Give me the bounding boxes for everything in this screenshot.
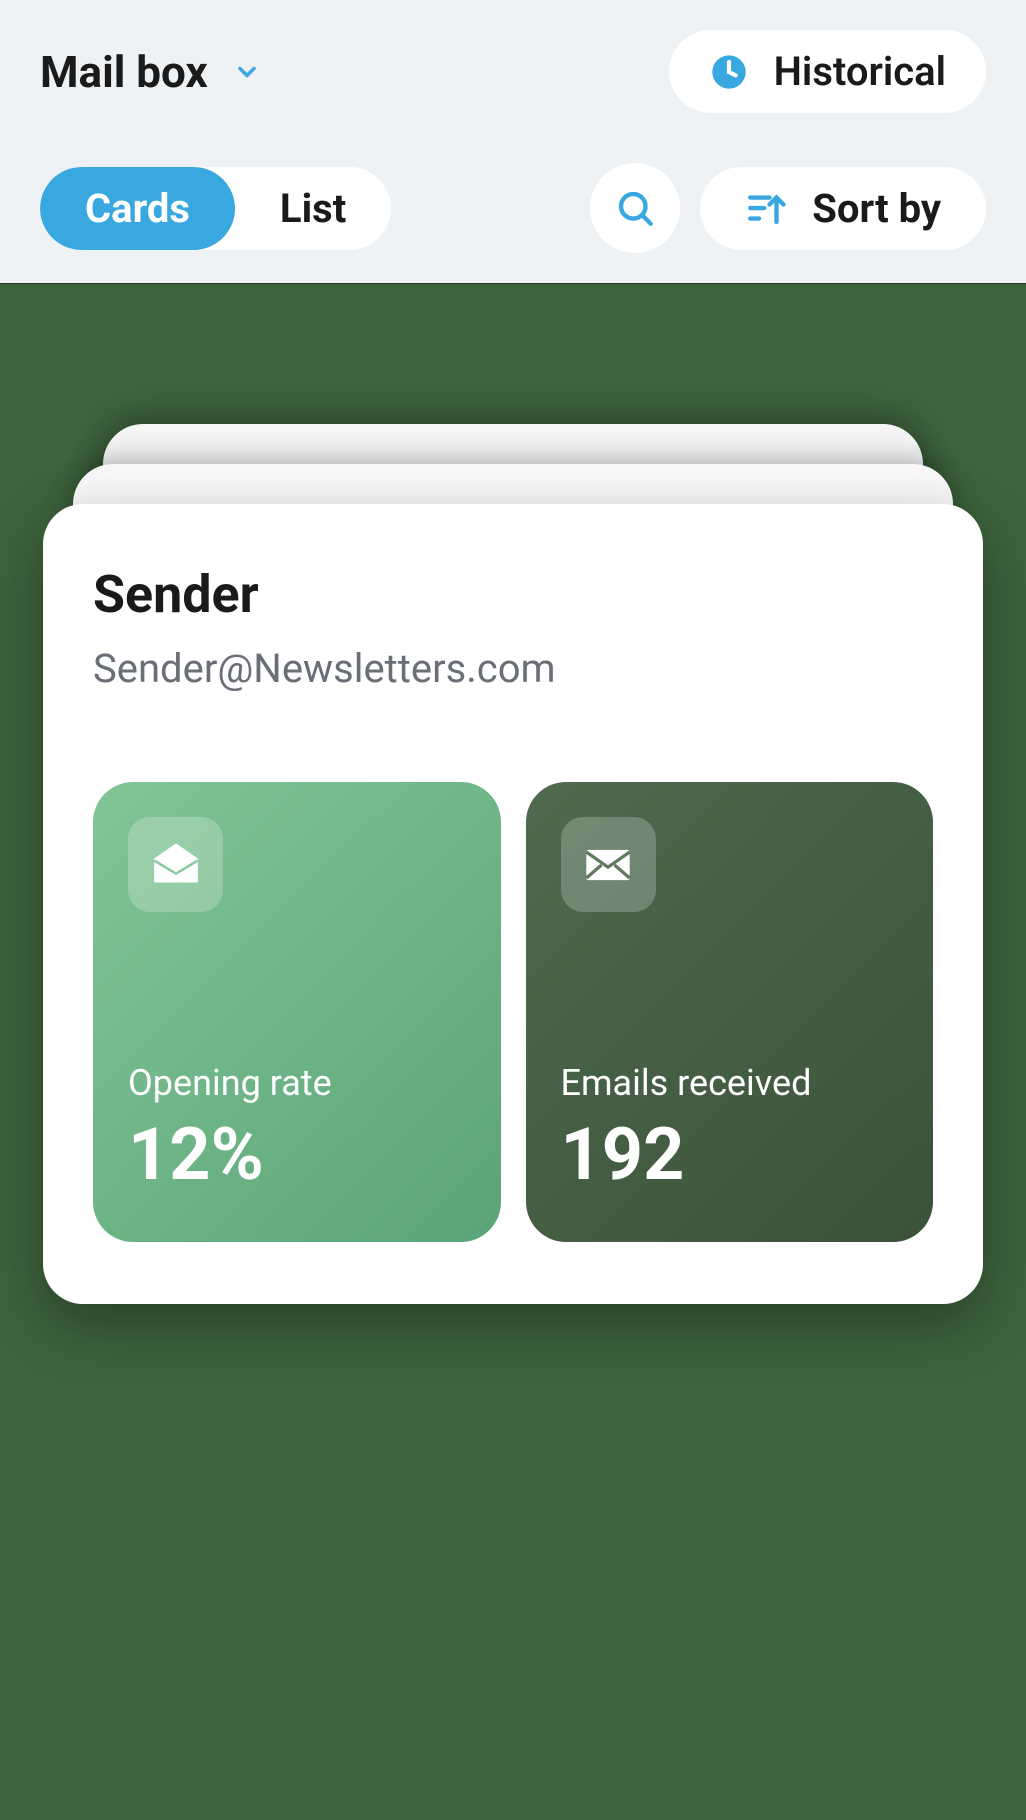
content-area: Sender Sender@Newsletters.com Opening ra… bbox=[0, 284, 1026, 1820]
historical-button[interactable]: Historical bbox=[669, 30, 986, 113]
open-envelope-icon bbox=[150, 839, 202, 891]
emails-received-label: Emails received bbox=[561, 1062, 899, 1104]
card-stack: Sender Sender@Newsletters.com Opening ra… bbox=[43, 504, 983, 1304]
mailbox-label: Mail box bbox=[40, 46, 208, 98]
opening-rate-tile[interactable]: Opening rate 12% bbox=[93, 782, 501, 1242]
top-bar: Mail box Historical Cards List Sort by bbox=[0, 0, 1026, 284]
top-bar-row-1: Mail box Historical bbox=[40, 30, 986, 113]
opening-rate-label: Opening rate bbox=[128, 1062, 466, 1104]
chevron-down-icon bbox=[233, 58, 261, 86]
search-icon bbox=[614, 187, 656, 229]
view-list-button[interactable]: List bbox=[235, 167, 391, 250]
sender-card[interactable]: Sender Sender@Newsletters.com Opening ra… bbox=[43, 504, 983, 1304]
card-email: Sender@Newsletters.com bbox=[93, 645, 933, 692]
tiles-row: Opening rate 12% Emails received 192 bbox=[93, 782, 933, 1242]
sort-label: Sort by bbox=[812, 185, 941, 232]
view-toggle: Cards List bbox=[40, 167, 391, 250]
sort-icon bbox=[745, 187, 787, 229]
emails-received-tile[interactable]: Emails received 192 bbox=[526, 782, 934, 1242]
clock-icon bbox=[709, 52, 749, 92]
emails-received-value: 192 bbox=[561, 1112, 899, 1197]
search-button[interactable] bbox=[590, 163, 680, 253]
card-title: Sender bbox=[93, 564, 933, 625]
envelope-icon-wrap bbox=[561, 817, 656, 912]
opening-rate-value: 12% bbox=[128, 1112, 466, 1197]
view-cards-button[interactable]: Cards bbox=[40, 167, 235, 250]
mailbox-dropdown[interactable]: Mail box bbox=[40, 46, 261, 98]
envelope-icon bbox=[582, 839, 634, 891]
sort-button[interactable]: Sort by bbox=[700, 167, 986, 250]
historical-label: Historical bbox=[774, 48, 946, 95]
top-bar-row-2: Cards List Sort by bbox=[40, 163, 986, 253]
open-envelope-icon-wrap bbox=[128, 817, 223, 912]
